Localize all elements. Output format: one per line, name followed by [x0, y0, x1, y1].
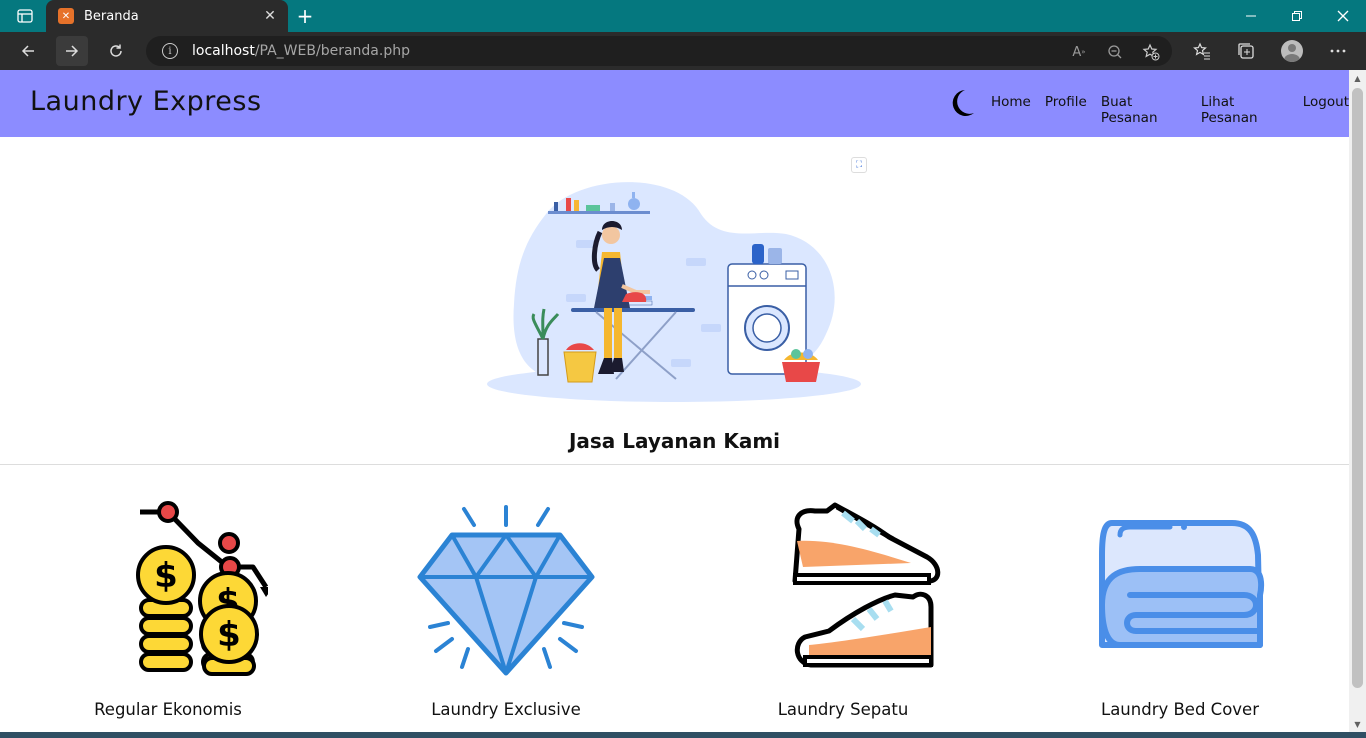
section-divider: [0, 464, 1349, 465]
add-favorite-icon[interactable]: [1142, 43, 1160, 61]
tab-actions-icon[interactable]: [8, 4, 42, 28]
browser-tab[interactable]: ✕ Beranda ✕: [46, 0, 288, 32]
collections-icon[interactable]: [1235, 40, 1257, 62]
refresh-icon[interactable]: [100, 36, 132, 66]
svg-text:$: $: [217, 615, 241, 655]
url-host: localhost: [192, 43, 255, 59]
address-bar[interactable]: i localhost/PA_WEB/beranda.php A»: [146, 36, 1172, 66]
folded-blanket-icon: [1099, 520, 1265, 648]
nav-logout[interactable]: Logout: [1303, 94, 1349, 126]
favorites-icon[interactable]: [1191, 40, 1213, 62]
site-info-icon[interactable]: i: [162, 43, 178, 59]
nav-home[interactable]: Home: [991, 94, 1031, 126]
page-viewport: Laundry Express Home Profile Buat Pesana…: [0, 70, 1349, 732]
xampp-favicon-icon: ✕: [58, 8, 74, 24]
back-icon[interactable]: [12, 36, 44, 66]
diamond-icon: [417, 505, 595, 676]
service-laundry-exclusive[interactable]: Laundry Exclusive: [346, 495, 666, 725]
laundry-illustration: [487, 182, 861, 402]
tab-title: Beranda: [84, 8, 139, 24]
section-title: Jasa Layanan Kami: [568, 429, 781, 453]
service-laundry-sepatu[interactable]: Laundry Sepatu: [683, 495, 1003, 725]
restore-icon[interactable]: [1274, 0, 1320, 32]
url-path: /PA_WEB/beranda.php: [254, 43, 410, 59]
main-nav: Home Profile Buat Pesanan Lihat Pesanan …: [991, 94, 1349, 126]
profile-avatar[interactable]: [1281, 40, 1303, 62]
service-label: Laundry Exclusive: [431, 700, 581, 719]
nav-buat-pesanan[interactable]: Buat Pesanan: [1101, 94, 1187, 126]
footer-edge: [0, 732, 1366, 738]
coin-small-stack-icon: $: [199, 604, 259, 676]
sneakers-icon: [792, 502, 941, 668]
nav-profile[interactable]: Profile: [1045, 94, 1087, 126]
service-regular-ekonomis[interactable]: $ $ Regular Ekonomis: [8, 495, 328, 725]
service-label: Laundry Bed Cover: [1101, 700, 1259, 719]
svg-text:$: $: [154, 556, 178, 596]
more-menu-icon[interactable]: [1327, 40, 1349, 62]
browser-tab-bar: ✕ Beranda ✕ +: [0, 0, 1366, 32]
zoom-out-icon[interactable]: [1106, 43, 1124, 61]
service-label: Regular Ekonomis: [94, 700, 242, 719]
service-label: Laundry Sepatu: [777, 700, 909, 719]
tab-close-icon[interactable]: ✕: [262, 8, 278, 24]
minimize-icon[interactable]: [1228, 0, 1274, 32]
scroll-up-icon[interactable]: ▲: [1352, 74, 1363, 86]
scroll-down-icon[interactable]: ▼: [1352, 720, 1363, 732]
close-window-icon[interactable]: [1320, 0, 1366, 32]
service-laundry-bed-cover[interactable]: Laundry Bed Cover: [1020, 495, 1340, 725]
brand-title[interactable]: Laundry Express: [30, 86, 262, 117]
page-scrollbar[interactable]: ▲ ▼: [1349, 70, 1366, 732]
read-aloud-icon[interactable]: A»: [1070, 43, 1088, 61]
nav-lihat-pesanan[interactable]: Lihat Pesanan: [1201, 94, 1289, 126]
dark-mode-toggle-icon[interactable]: [947, 88, 975, 118]
visual-search-icon[interactable]: ⛶: [851, 157, 867, 173]
site-header: Laundry Express Home Profile Buat Pesana…: [0, 70, 1349, 137]
new-tab-icon[interactable]: +: [292, 4, 318, 28]
browser-toolbar: i localhost/PA_WEB/beranda.php A»: [0, 32, 1366, 70]
forward-icon[interactable]: [56, 36, 88, 66]
scroll-thumb[interactable]: [1352, 88, 1363, 688]
